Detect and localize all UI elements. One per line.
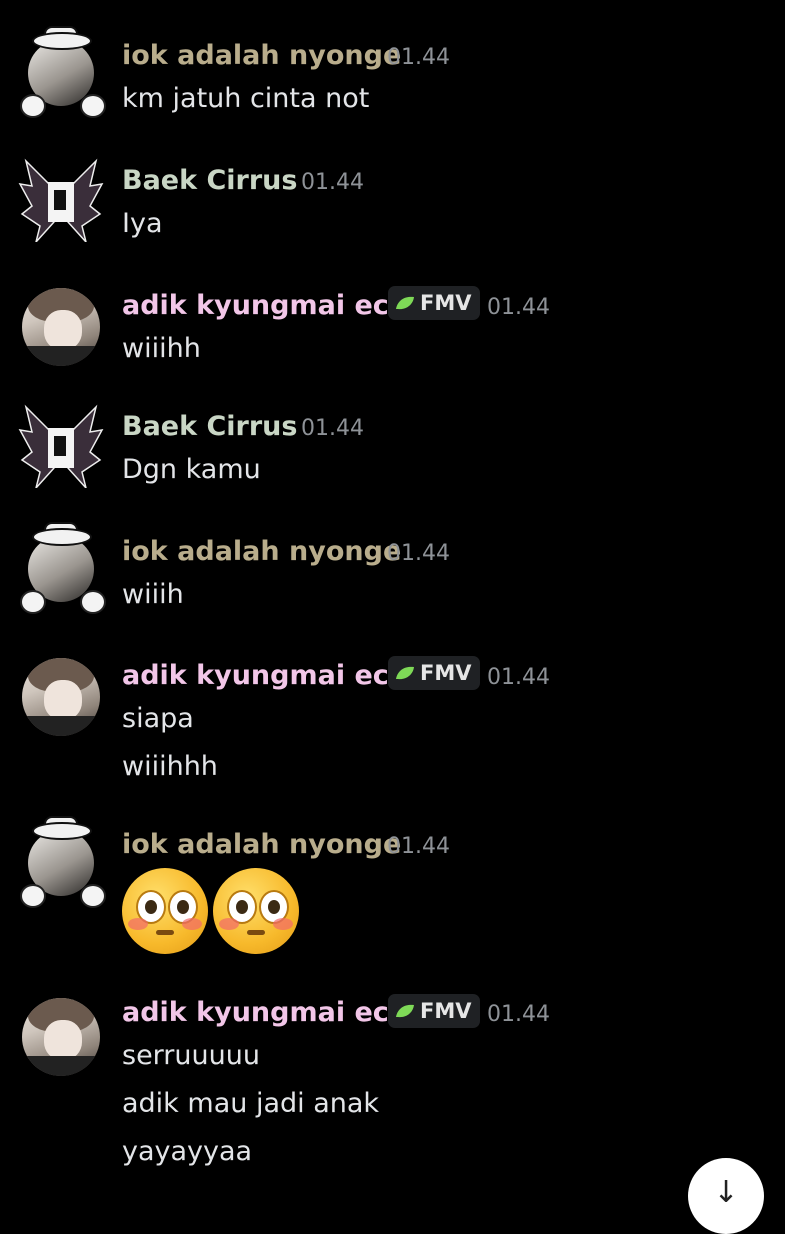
- timestamp: 01.44: [487, 295, 550, 320]
- badge-label: FMV: [420, 661, 472, 685]
- author-name[interactable]: adik kyungmai eca: [122, 290, 407, 321]
- author-name[interactable]: adik kyungmai eca: [122, 997, 407, 1028]
- avatar-baek[interactable]: [18, 402, 104, 489]
- flushed-face-emoji[interactable]: [213, 868, 299, 954]
- flushed-face-emoji[interactable]: [122, 868, 208, 954]
- author-name[interactable]: iok adalah nyonge: [122, 829, 401, 860]
- message-text: siapa: [122, 703, 194, 734]
- role-badge[interactable]: FMV: [388, 994, 480, 1028]
- badge-label: FMV: [420, 999, 472, 1023]
- message-text: km jatuh cinta not: [122, 83, 370, 114]
- avatar-adik[interactable]: [22, 658, 100, 736]
- timestamp: 01.44: [387, 834, 450, 859]
- jump-to-bottom-button[interactable]: ↓: [688, 1158, 764, 1234]
- avatar-adik[interactable]: [22, 998, 100, 1076]
- avatar-baek[interactable]: [18, 156, 104, 243]
- author-name[interactable]: adik kyungmai eca: [122, 660, 407, 691]
- timestamp: 01.44: [301, 170, 364, 195]
- message-text: wiiihh: [122, 333, 201, 364]
- author-name[interactable]: iok adalah nyonge: [122, 40, 401, 71]
- message-text: yayayyaa: [122, 1136, 253, 1167]
- role-badge[interactable]: FMV: [388, 656, 480, 690]
- message-text: adik mau jadi anak: [122, 1088, 380, 1119]
- author-name[interactable]: Baek Cirrus: [122, 165, 297, 196]
- avatar-iok[interactable]: [18, 816, 106, 908]
- timestamp: 01.44: [301, 416, 364, 441]
- timestamp: 01.44: [387, 541, 450, 566]
- author-name[interactable]: iok adalah nyonge: [122, 536, 401, 567]
- leaf-icon: [396, 296, 414, 310]
- timestamp: 01.44: [487, 1002, 550, 1027]
- badge-label: FMV: [420, 291, 472, 315]
- avatar-iok[interactable]: [18, 522, 106, 614]
- leaf-icon: [396, 666, 414, 680]
- message-text: Iya: [122, 208, 163, 239]
- message-text: wiiih: [122, 579, 184, 610]
- timestamp: 01.44: [487, 665, 550, 690]
- avatar-adik[interactable]: [22, 288, 100, 366]
- avatar-iok[interactable]: [18, 26, 106, 118]
- message-text: wiiihhh: [122, 751, 218, 782]
- arrow-down-icon: ↓: [713, 1175, 739, 1210]
- author-name[interactable]: Baek Cirrus: [122, 411, 297, 442]
- role-badge[interactable]: FMV: [388, 286, 480, 320]
- timestamp: 01.44: [387, 45, 450, 70]
- leaf-icon: [396, 1004, 414, 1018]
- message-text: Dgn kamu: [122, 454, 261, 485]
- message-text: serruuuuu: [122, 1040, 260, 1071]
